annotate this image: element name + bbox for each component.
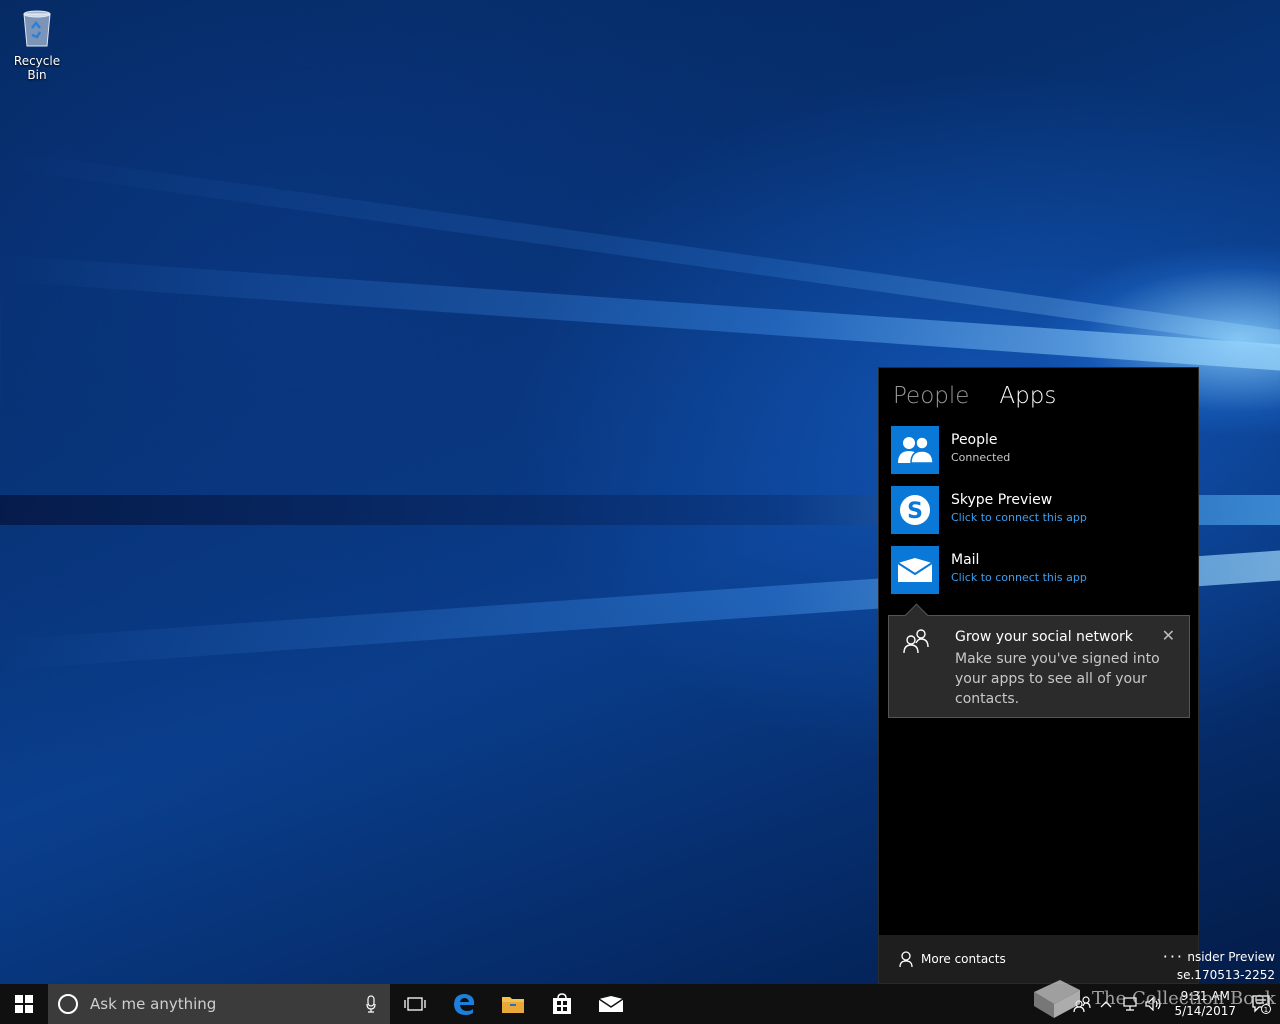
app-name: Skype Preview (951, 492, 1053, 508)
person-icon (899, 951, 913, 967)
close-icon[interactable]: ✕ (1162, 626, 1175, 645)
edge-button[interactable] (439, 984, 488, 1024)
app-status: Connected (951, 451, 1011, 464)
contacts-icon (903, 628, 929, 658)
store-button[interactable] (537, 984, 586, 1024)
microphone-icon[interactable] (366, 995, 376, 1013)
app-item-mail[interactable]: Mail Click to connect this app (891, 546, 1191, 594)
mail-taskbar-button[interactable] (586, 984, 635, 1024)
edge-icon (453, 994, 474, 1015)
task-view-button[interactable] (390, 984, 439, 1024)
people-app-icon (891, 426, 939, 474)
recycle-bin-label: Recycle Bin (13, 54, 61, 82)
book-logo-icon (1034, 980, 1080, 1018)
brand-watermark-text: The Collection Book (1092, 987, 1276, 1009)
store-icon (552, 993, 571, 1014)
tab-people[interactable]: People (893, 383, 969, 409)
windows-logo-icon (15, 995, 33, 1013)
connect-app-link[interactable]: Click to connect this app (951, 511, 1087, 524)
app-name: People (951, 432, 998, 448)
task-view-icon (403, 997, 426, 1011)
flyout-tabs: People Apps (893, 383, 1056, 409)
tip-pointer (904, 603, 929, 628)
grow-network-tip: Grow your social network Make sure you'v… (888, 603, 1190, 718)
recycle-bin-icon (20, 6, 54, 48)
start-button[interactable] (0, 984, 48, 1024)
file-explorer-button[interactable] (488, 984, 537, 1024)
app-name: Mail (951, 552, 980, 568)
more-contacts-button[interactable]: More contacts (899, 951, 1006, 967)
more-contacts-label: More contacts (921, 952, 1006, 966)
recycle-bin-shortcut[interactable]: Recycle Bin (4, 6, 70, 82)
brand-watermark: The Collection Book (1030, 976, 1276, 1020)
watermark-line: nsider Preview (1187, 950, 1275, 964)
tip-title: Grow your social network (955, 629, 1133, 645)
search-placeholder: Ask me anything (90, 995, 217, 1013)
cortana-icon (58, 994, 78, 1014)
cortana-search-box[interactable]: Ask me anything (48, 984, 390, 1024)
mail-icon (598, 996, 623, 1012)
app-item-skype[interactable]: S Skype Preview Click to connect this ap… (891, 486, 1191, 534)
tip-body: Make sure you've signed into your apps t… (955, 651, 1160, 707)
skype-icon: S (891, 486, 939, 534)
app-item-people[interactable]: People Connected (891, 426, 1191, 474)
people-flyout: People Apps People Connected S Skype Pre… (878, 367, 1199, 984)
folder-icon (501, 997, 524, 1013)
connect-app-link[interactable]: Click to connect this app (951, 571, 1087, 584)
svg-text:S: S (907, 499, 923, 524)
mail-icon (891, 546, 939, 594)
tab-apps[interactable]: Apps (999, 383, 1056, 409)
